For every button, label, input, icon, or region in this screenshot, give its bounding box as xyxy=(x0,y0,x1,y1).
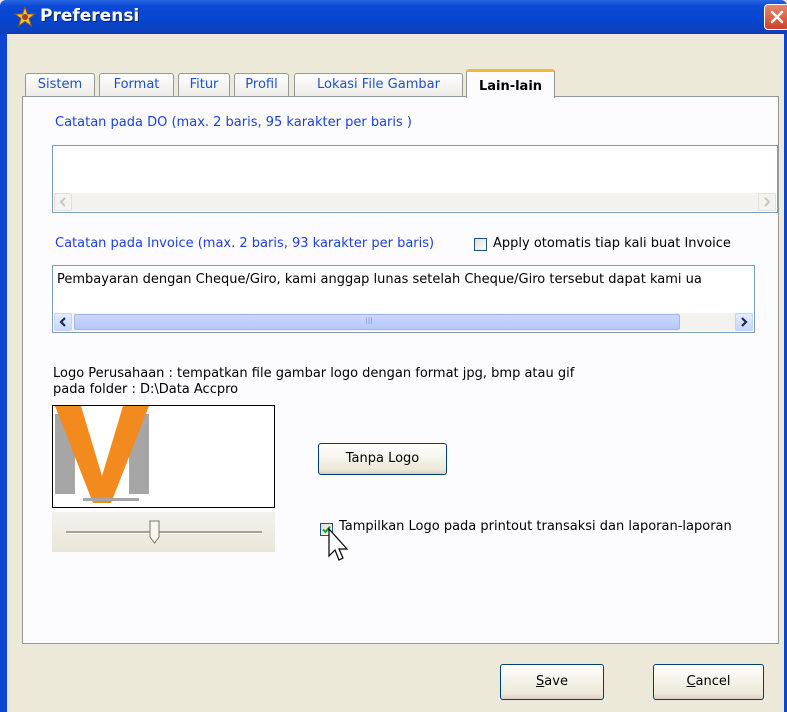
invoice-note-scrollbar[interactable]: III xyxy=(54,313,753,331)
scroll-right-button[interactable] xyxy=(735,313,753,331)
invoice-note-label: Catatan pada Invoice (max. 2 baris, 93 k… xyxy=(55,236,435,251)
save-button[interactable]: Save xyxy=(500,664,604,700)
mouse-cursor-icon xyxy=(328,527,350,572)
scroll-left-button[interactable] xyxy=(54,193,72,211)
company-logo-image xyxy=(55,406,149,503)
cancel-button[interactable]: Cancel xyxy=(653,664,764,700)
app-star-icon xyxy=(13,5,37,28)
auto-apply-checkbox[interactable] xyxy=(474,238,487,251)
do-note-label: Catatan pada DO (max. 2 baris, 95 karakt… xyxy=(55,115,412,130)
tab-profil[interactable]: Profil xyxy=(234,73,289,96)
invoice-note-field[interactable]: Pembayaran dengan Cheque/Giro, kami angg… xyxy=(52,265,755,333)
chevron-left-icon xyxy=(59,317,66,327)
slider-thumb[interactable] xyxy=(149,520,160,544)
window-frame-left xyxy=(0,34,7,712)
logo-preview xyxy=(52,405,275,508)
tab-sistem[interactable]: Sistem xyxy=(25,73,95,96)
scroll-thumb[interactable]: III xyxy=(74,314,680,330)
save-label: ave xyxy=(544,674,568,689)
no-logo-button[interactable]: Tanpa Logo xyxy=(318,443,447,475)
tab-fitur[interactable]: Fitur xyxy=(178,73,230,96)
tab-lain-lain[interactable]: Lain-lain xyxy=(466,69,555,98)
scroll-thumb-grip: III xyxy=(365,317,373,327)
cancel-accel: C xyxy=(686,674,696,689)
close-button[interactable] xyxy=(764,4,787,30)
show-logo-label: Tampilkan Logo pada printout transaksi d… xyxy=(339,519,732,534)
close-icon xyxy=(770,10,784,24)
window-title: Preferensi xyxy=(40,6,140,26)
auto-apply-label: Apply otomatis tiap kali buat Invoice xyxy=(493,236,731,251)
cancel-label: ancel xyxy=(695,674,731,689)
scroll-left-button[interactable] xyxy=(54,313,72,331)
invoice-note-text: Pembayaran dengan Cheque/Giro, kami angg… xyxy=(57,272,702,287)
chevron-left-icon xyxy=(59,197,66,207)
scroll-right-button[interactable] xyxy=(758,193,776,211)
do-note-field[interactable] xyxy=(52,145,778,213)
logo-size-slider[interactable] xyxy=(52,512,275,552)
tab-format[interactable]: Format xyxy=(99,73,174,96)
chevron-right-icon xyxy=(764,197,771,207)
slider-track xyxy=(66,531,262,534)
do-note-scrollbar[interactable] xyxy=(54,193,776,211)
chevron-right-icon xyxy=(741,317,748,327)
tab-lokasi-file-gambar[interactable]: Lokasi File Gambar xyxy=(294,73,463,96)
logo-hint-line1: Logo Perusahaan : tempatkan file gambar … xyxy=(53,366,575,381)
title-bar: Preferensi xyxy=(0,0,787,34)
logo-hint-line2: pada folder : D:\Data Accpro xyxy=(53,382,239,397)
